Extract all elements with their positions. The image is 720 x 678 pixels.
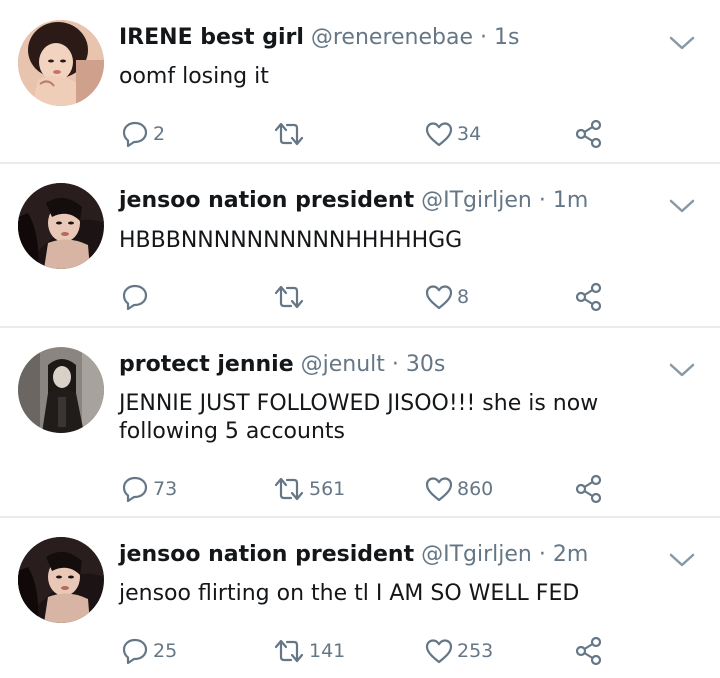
timestamp[interactable]: 1s	[494, 25, 519, 50]
retweet-button[interactable]	[273, 119, 309, 149]
retweet-button[interactable]	[273, 282, 309, 312]
avatar[interactable]	[18, 20, 104, 106]
reply-button[interactable]: 25	[121, 636, 177, 666]
share-icon	[575, 636, 602, 666]
timestamp[interactable]: 2m	[553, 542, 588, 567]
tweet-text: JENNIE JUST FOLLOWED JISOO!!! she is now…	[119, 391, 599, 444]
tweet-header: IRENE best girl @renerenebae · 1s	[119, 25, 519, 51]
reply-icon	[122, 476, 148, 503]
reply-button[interactable]: 2	[121, 119, 165, 149]
display-name[interactable]: jensoo nation president	[119, 542, 414, 567]
chevron-down-icon[interactable]	[668, 33, 696, 53]
retweet-count: 561	[309, 478, 346, 500]
like-icon	[425, 639, 453, 664]
like-button[interactable]: 34	[425, 119, 481, 149]
tweet-text: oomf losing it	[119, 64, 269, 89]
display-name[interactable]: IRENE best girl	[119, 25, 304, 50]
share-icon	[575, 119, 602, 149]
like-count: 34	[457, 123, 482, 145]
timestamp[interactable]: 30s	[406, 352, 445, 377]
username[interactable]: @jenult	[301, 352, 385, 377]
reply-button[interactable]	[121, 282, 153, 312]
retweet-icon	[274, 477, 304, 501]
share-icon	[575, 474, 602, 504]
tweet-header: protect jennie @jenult · 30s	[119, 352, 445, 378]
reply-count: 25	[153, 640, 178, 662]
reply-icon	[122, 121, 148, 148]
tweet-1[interactable]: IRENE best girl @renerenebae · 1s oomf l…	[0, 0, 720, 162]
timestamp[interactable]: 1m	[553, 188, 588, 213]
chevron-down-icon[interactable]	[668, 550, 696, 570]
username[interactable]: @ITgirljen	[421, 542, 532, 567]
separator: ·	[480, 25, 488, 50]
chevron-down-icon[interactable]	[668, 360, 696, 380]
like-button[interactable]: 860	[425, 474, 493, 504]
tweet-text: HBBBNNNNNNNNNNHHHHHGG	[119, 228, 463, 253]
retweet-icon	[274, 122, 304, 146]
tweet-4[interactable]: jensoo nation president @ITgirljen · 2m …	[0, 518, 720, 678]
like-count: 860	[457, 478, 494, 500]
retweet-button[interactable]: 561	[273, 474, 345, 504]
tweet-2[interactable]: jensoo nation president @ITgirljen · 1m …	[0, 164, 720, 326]
separator: ·	[391, 352, 399, 377]
like-count: 253	[457, 640, 494, 662]
share-button[interactable]	[575, 282, 603, 312]
chevron-down-icon[interactable]	[668, 196, 696, 216]
retweet-button[interactable]: 141	[273, 636, 345, 666]
like-icon	[425, 477, 453, 502]
display-name[interactable]: protect jennie	[119, 352, 294, 377]
separator: ·	[538, 188, 546, 213]
share-button[interactable]	[575, 474, 603, 504]
reply-button[interactable]: 73	[121, 474, 177, 504]
share-icon	[575, 282, 602, 312]
like-button[interactable]: 8	[425, 282, 469, 312]
avatar[interactable]	[18, 183, 104, 269]
share-button[interactable]	[575, 636, 603, 666]
reply-count: 2	[153, 123, 166, 145]
username[interactable]: @renerenebae	[311, 25, 473, 50]
like-count: 8	[457, 286, 470, 308]
tweet-header: jensoo nation president @ITgirljen · 1m	[119, 188, 588, 214]
reply-icon	[122, 284, 148, 311]
username[interactable]: @ITgirljen	[421, 188, 532, 213]
tweet-header: jensoo nation president @ITgirljen · 2m	[119, 542, 588, 568]
like-button[interactable]: 253	[425, 636, 493, 666]
separator: ·	[538, 542, 546, 567]
display-name[interactable]: jensoo nation president	[119, 188, 414, 213]
tweet-text: jensoo flirting on the tl I AM SO WELL F…	[119, 581, 580, 606]
avatar[interactable]	[18, 347, 104, 433]
share-button[interactable]	[575, 119, 603, 149]
reply-count: 73	[153, 478, 178, 500]
retweet-icon	[274, 285, 304, 309]
retweet-count: 141	[309, 640, 346, 662]
avatar[interactable]	[18, 537, 104, 623]
like-icon	[425, 122, 453, 147]
reply-icon	[122, 638, 148, 665]
tweet-3[interactable]: protect jennie @jenult · 30s JENNIE JUST…	[0, 328, 720, 516]
like-icon	[425, 285, 453, 310]
retweet-icon	[274, 639, 304, 663]
